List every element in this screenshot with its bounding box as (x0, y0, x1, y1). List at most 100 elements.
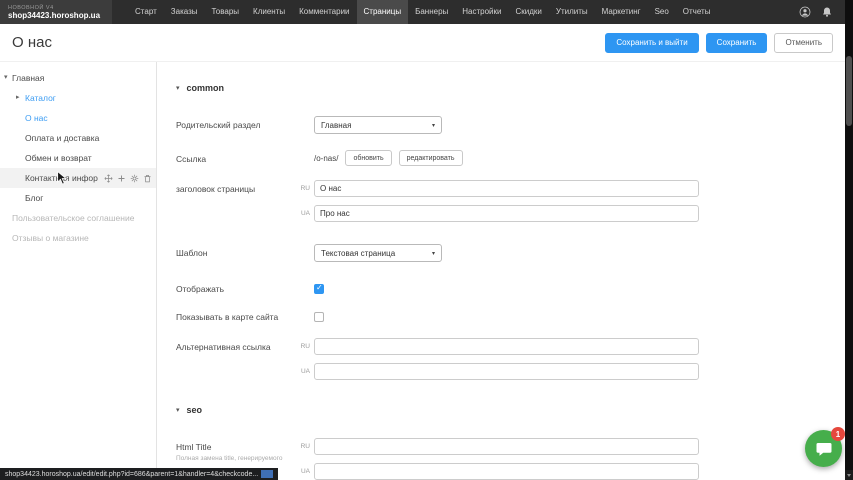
html-title-ru-input[interactable] (314, 438, 699, 455)
main-nav: Старт Заказы Товары Клиенты Комментарии … (128, 0, 717, 24)
page-title-field-label: заголовок страницы (176, 180, 298, 194)
alt-link-ru-input[interactable] (314, 338, 699, 355)
sidebar-item-otzyvy[interactable]: Отзывы о магазине (0, 228, 156, 248)
parent-section-label: Родительский раздел (176, 116, 298, 130)
nav-item-marketing[interactable]: Маркетинг (595, 0, 648, 24)
nav-item-discounts[interactable]: Скидки (509, 0, 549, 24)
link-edit-button[interactable]: редактировать (399, 150, 463, 166)
sitemap-label: Показывать в карте сайта (176, 312, 298, 322)
nav-item-clients[interactable]: Клиенты (246, 0, 292, 24)
display-label: Отображать (176, 284, 298, 294)
move-icon[interactable] (104, 174, 113, 183)
page-header: О нас Сохранить и выйти Сохранить Отмени… (0, 24, 845, 62)
lang-ua-label: UA (298, 468, 310, 475)
scrollbar-thumb[interactable] (846, 56, 852, 126)
lang-ua-label: UA (298, 368, 310, 375)
chat-unread-badge: 1 (831, 427, 845, 441)
gear-icon[interactable] (130, 174, 139, 183)
tree-item-actions (104, 174, 152, 183)
alt-link-ua-input[interactable] (314, 363, 699, 380)
cancel-button[interactable]: Отменить (774, 33, 833, 53)
sidebar-item-oplata-dostavka[interactable]: Оплата и доставка (0, 128, 156, 148)
down-triangle-icon (847, 474, 851, 477)
nav-item-utilities[interactable]: Утилиты (549, 0, 595, 24)
sidebar-item-glavnaya[interactable]: ▾ Главная (0, 68, 156, 88)
save-button[interactable]: Сохранить (706, 33, 768, 53)
add-page-icon[interactable] (117, 174, 126, 183)
template-select[interactable]: Текстовая страница ▾ (314, 244, 442, 262)
display-checkbox[interactable] (314, 284, 324, 294)
status-highlight-box (261, 470, 273, 478)
chat-widget-button[interactable]: 1 (805, 430, 842, 467)
caret-down-icon: ▾ (176, 84, 180, 92)
section-common-header[interactable]: ▾ common (176, 82, 845, 94)
topbar: НОВОВНОЙ V4 shop34423.horoshop.ua Старт … (0, 0, 845, 24)
tree-item-label: Главная (12, 73, 44, 83)
html-title-ua-input[interactable] (314, 463, 699, 480)
form-row-parent-section: Родительский раздел Главная ▾ (176, 116, 845, 134)
form-row-page-title: заголовок страницы RU UA (176, 180, 845, 222)
nav-item-seo[interactable]: Seo (648, 0, 676, 24)
nav-item-pages[interactable]: Страницы (357, 0, 409, 24)
tree-item-label: Обмен и возврат (25, 153, 92, 163)
chevron-down-icon: ▾ (432, 122, 435, 129)
html-title-label: Html Title (176, 442, 211, 452)
lang-ru-label: RU (298, 343, 310, 350)
alt-link-label: Альтернативная ссылка (176, 338, 298, 352)
page-title-ua-input[interactable] (314, 205, 699, 222)
nav-item-settings[interactable]: Настройки (455, 0, 508, 24)
form-row-alt-link: Альтернативная ссылка RU UA (176, 338, 845, 380)
notifications-bell-icon[interactable] (821, 6, 833, 18)
sitemap-checkbox[interactable] (314, 312, 324, 322)
nav-item-comments[interactable]: Комментарии (292, 0, 356, 24)
account-icon[interactable] (799, 6, 811, 18)
lang-ru-label: RU (298, 443, 310, 450)
parent-section-value: Главная (321, 121, 351, 130)
nav-item-start[interactable]: Старт (128, 0, 164, 24)
nav-item-orders[interactable]: Заказы (164, 0, 205, 24)
template-value: Текстовая страница (321, 249, 395, 258)
tree-item-label: О нас (25, 113, 48, 123)
sidebar-item-blog[interactable]: Блог (0, 188, 156, 208)
alt-link-fields: RU UA (298, 338, 699, 380)
nav-item-reports[interactable]: Отчеты (676, 0, 718, 24)
page-title-ru-input[interactable] (314, 180, 699, 197)
section-seo-header[interactable]: ▾ seo (176, 404, 845, 416)
sidebar-item-katalog[interactable]: ▸ Каталог (0, 88, 156, 108)
link-value: /o-nas/ (314, 150, 338, 163)
trash-icon[interactable] (143, 174, 152, 183)
status-url: shop34423.horoshop.ua/edit/edit.php?id=6… (5, 471, 258, 478)
sidebar-item-o-nas[interactable]: О нас (0, 108, 156, 128)
section-common-label: common (187, 83, 225, 93)
form-row-sitemap: Показывать в карте сайта (176, 312, 845, 322)
link-refresh-button[interactable]: обновить (345, 150, 391, 166)
parent-section-select[interactable]: Главная ▾ (314, 116, 442, 134)
vertical-scrollbar[interactable] (845, 0, 853, 480)
caret-down-icon[interactable]: ▾ (4, 73, 8, 81)
scrollbar-down-arrow-icon[interactable] (845, 470, 853, 480)
sidebar-item-soglashenie[interactable]: Пользовательское соглашение (0, 208, 156, 228)
lang-ru-label: RU (298, 185, 310, 192)
form-row-template: Шаблон Текстовая страница ▾ (176, 244, 845, 262)
nav-item-banners[interactable]: Баннеры (408, 0, 455, 24)
app-root: НОВОВНОЙ V4 shop34423.horoshop.ua Старт … (0, 0, 853, 480)
nav-item-products[interactable]: Товары (205, 0, 247, 24)
sidebar-item-kontaktnaya-info[interactable]: Контактная инфор (0, 168, 156, 188)
page-title: О нас (12, 34, 52, 51)
page-edit-form: ▾ common Родительский раздел Главная ▾ С… (158, 62, 845, 480)
logo[interactable]: НОВОВНОЙ V4 shop34423.horoshop.ua (0, 0, 112, 24)
link-label: Ссылка (176, 150, 298, 164)
lang-ua-label: UA (298, 210, 310, 217)
tree-item-label: Оплата и доставка (25, 133, 99, 143)
logo-domain-label: shop34423.horoshop.ua (8, 11, 100, 20)
form-row-link: Ссылка /o-nas/ обновить редактировать (176, 150, 845, 166)
tree-item-label: Контактная инфор (25, 173, 98, 183)
page-title-fields: RU UA (298, 180, 699, 222)
html-title-label-block: Html Title Полная замена title, генериру… (176, 438, 298, 462)
sidebar-item-obmen-vozvrat[interactable]: Обмен и возврат (0, 148, 156, 168)
save-and-exit-button[interactable]: Сохранить и выйти (605, 33, 698, 53)
tree-item-label: Блог (25, 193, 43, 203)
caret-right-icon[interactable]: ▸ (16, 93, 20, 101)
pages-tree-sidebar: ▾ Главная ▸ Каталог О нас Оплата и доста… (0, 62, 157, 480)
chat-bubble-icon (815, 440, 833, 458)
